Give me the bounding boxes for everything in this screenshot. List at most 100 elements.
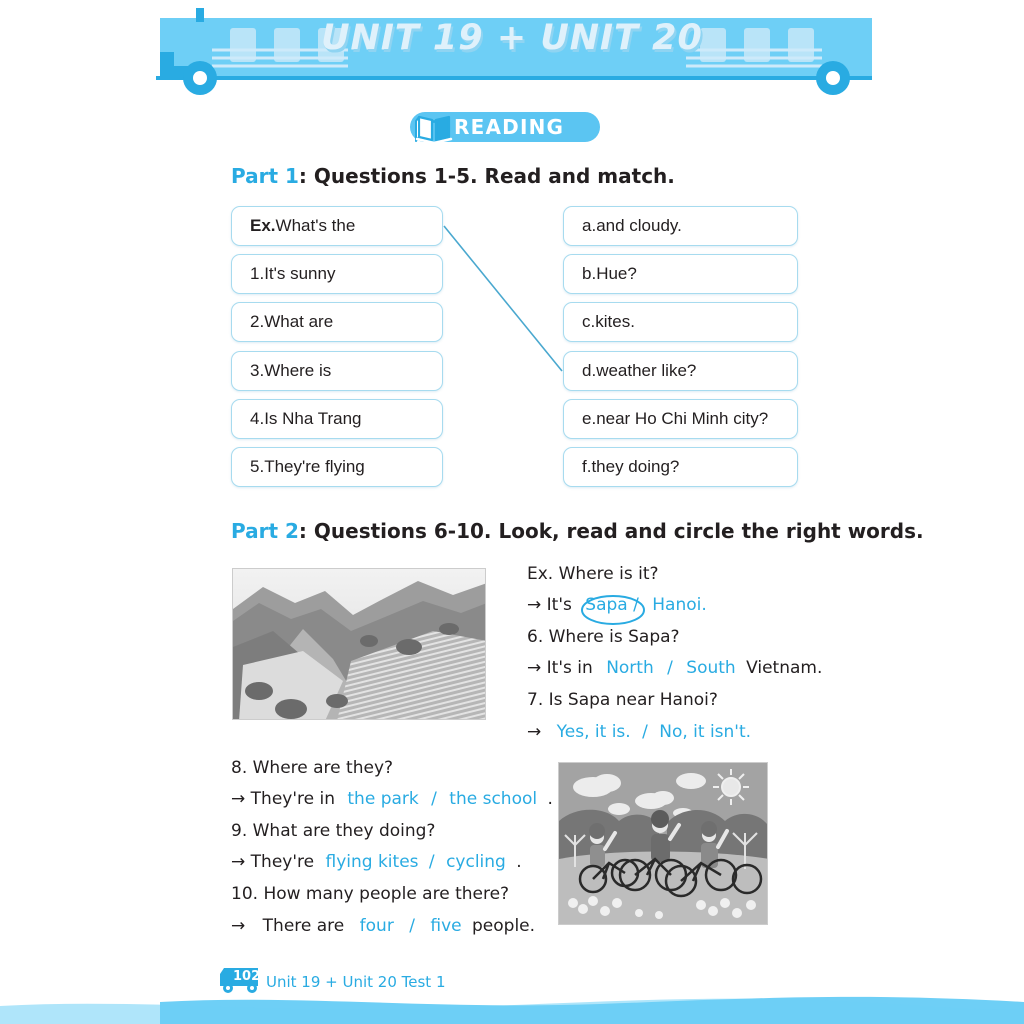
option-b[interactable]: No, it isn't. [659, 722, 751, 742]
option-a[interactable]: Yes, it is. [557, 722, 631, 742]
answer-prefix: It's [546, 595, 572, 615]
match-right-text: Hue? [596, 264, 637, 283]
match-left-item-5[interactable]: 5. They're flying [231, 447, 443, 487]
match-right-text: kites. [595, 312, 635, 331]
option-separator: / [428, 852, 435, 872]
question-text: 7. Is Sapa near Hanoi? [527, 690, 718, 710]
part2-key: Part 2 [231, 519, 299, 543]
part2-answer-9: → They're flying kites / cycling . [231, 852, 522, 872]
option-b[interactable]: South [686, 658, 735, 678]
question-text: 6. Where is Sapa? [527, 627, 680, 647]
part1-key: Part 1 [231, 164, 299, 188]
option-b[interactable]: five [430, 916, 461, 936]
answer-suffix: people. [472, 916, 536, 936]
part2-answer-7: → Yes, it is. / No, it isn't. [527, 722, 751, 742]
part2-question-7: 7. Is Sapa near Hanoi? [527, 690, 718, 710]
match-left-text: Is Nha Trang [264, 409, 362, 428]
option-a[interactable]: flying kites [326, 852, 419, 872]
question-text: 8. Where are they? [231, 758, 394, 778]
part2-rest: : Questions 6-10. Look, read and circle … [298, 519, 924, 543]
reading-badge-label: READING [454, 115, 565, 139]
bus-banner-graphic [156, 8, 872, 95]
option-b[interactable]: cycling [446, 852, 506, 872]
match-right-item-b[interactable]: b. Hue? [563, 254, 798, 294]
option-separator: / [642, 722, 648, 742]
answer-suffix: . [547, 789, 553, 809]
footer-page-number: 102 [233, 969, 261, 984]
option-a[interactable]: North [606, 658, 654, 678]
reading-section-badge: READING [410, 112, 600, 145]
open-book-icon [415, 115, 453, 145]
match-right-prefix: b. [582, 264, 597, 283]
match-right-item-f[interactable]: f. they doing? [563, 447, 798, 487]
part2-answer-10: → There are four / five people. [231, 916, 535, 936]
match-right-text: near Ho Chi Minh city? [596, 409, 769, 428]
option-a[interactable]: the park [347, 789, 418, 809]
arrow-icon: → [527, 722, 542, 742]
match-left-item-4[interactable]: 4. Is Nha Trang [231, 399, 443, 439]
part2-answer-6: → It's in North / South Vietnam. [527, 658, 822, 678]
question-text: 9. What are they doing? [231, 821, 436, 841]
match-left-text: It's sunny [264, 264, 336, 283]
option-separator: / [633, 595, 639, 615]
match-right-item-c[interactable]: c. kites. [563, 302, 798, 342]
match-right-text: weather like? [596, 361, 697, 380]
sapa-photo-graphic [233, 569, 485, 719]
question-text: Ex. Where is it? [527, 564, 659, 584]
match-right-prefix: a. [582, 216, 597, 235]
match-right-prefix: e. [582, 409, 597, 428]
option-a[interactable]: four [360, 916, 394, 936]
match-left-item-1[interactable]: 1. It's sunny [231, 254, 443, 294]
part2-question-10: 10. How many people are there? [231, 884, 509, 904]
answer-prefix: There are [262, 916, 345, 936]
match-right-item-d[interactable]: d. weather like? [563, 351, 798, 391]
answer-prefix: They're [250, 852, 315, 872]
photo-sapa-terraces [232, 568, 486, 720]
match-left-prefix: Ex. [250, 216, 276, 235]
arrow-icon: → [527, 658, 542, 678]
arrow-icon: → [231, 916, 246, 936]
match-left-prefix: 5. [250, 457, 265, 476]
park-illustration-graphic [559, 763, 767, 924]
part2-answer-ex: → It's Sapa / Hanoi. [527, 595, 707, 615]
option-b[interactable]: the school [449, 789, 537, 809]
match-left-item-ex[interactable]: Ex. What's the [231, 206, 443, 246]
answer-suffix: Vietnam. [746, 658, 823, 678]
part2-question-9: 9. What are they doing? [231, 821, 435, 841]
match-right-prefix: f. [582, 457, 592, 476]
match-right-item-e[interactable]: e. near Ho Chi Minh city? [563, 399, 798, 439]
match-right-prefix: d. [582, 361, 597, 380]
header-bus-banner: UNIT 19 + UNIT 20 [0, 0, 1024, 100]
match-left-prefix: 4. [250, 409, 265, 428]
arrow-icon: → [231, 789, 246, 809]
match-left-text: Where is [264, 361, 332, 380]
match-left-text: What are [264, 312, 334, 331]
arrow-icon: → [527, 595, 542, 615]
part2-heading: Part 2: Questions 6-10. Look, read and c… [231, 519, 924, 543]
answer-prefix: It's in [546, 658, 593, 678]
part2-answer-8: → They're in the park / the school . [231, 789, 553, 809]
option-separator: / [667, 658, 673, 678]
footer-wave-decoration [0, 990, 1024, 1024]
answer-prefix: They're in [250, 789, 335, 809]
part2-question-6: 6. Where is Sapa? [527, 627, 680, 647]
photo-children-cycling [558, 762, 768, 925]
match-left-prefix: 1. [250, 264, 265, 283]
part1-heading: Part 1: Questions 1-5. Read and match. [231, 164, 675, 188]
question-text: 10. How many people are there? [231, 884, 510, 904]
part2-question-8: 8. Where are they? [231, 758, 393, 778]
option-b[interactable]: Hanoi. [652, 595, 707, 615]
match-left-prefix: 2. [250, 312, 265, 331]
match-left-item-2[interactable]: 2. What are [231, 302, 443, 342]
part1-rest: : Questions 1-5. Read and match. [298, 164, 675, 188]
part2-question-ex: Ex. Where is it? [527, 564, 659, 584]
arrow-icon: → [231, 852, 246, 872]
match-left-text: What's the [275, 216, 356, 235]
match-right-prefix: c. [582, 312, 596, 331]
match-left-text: They're flying [264, 457, 365, 476]
option-a[interactable]: Sapa [585, 595, 627, 615]
match-right-item-a[interactable]: a. and cloudy. [563, 206, 798, 246]
match-left-item-3[interactable]: 3. Where is [231, 351, 443, 391]
match-right-text: they doing? [591, 457, 680, 476]
answer-suffix: . [516, 852, 522, 872]
